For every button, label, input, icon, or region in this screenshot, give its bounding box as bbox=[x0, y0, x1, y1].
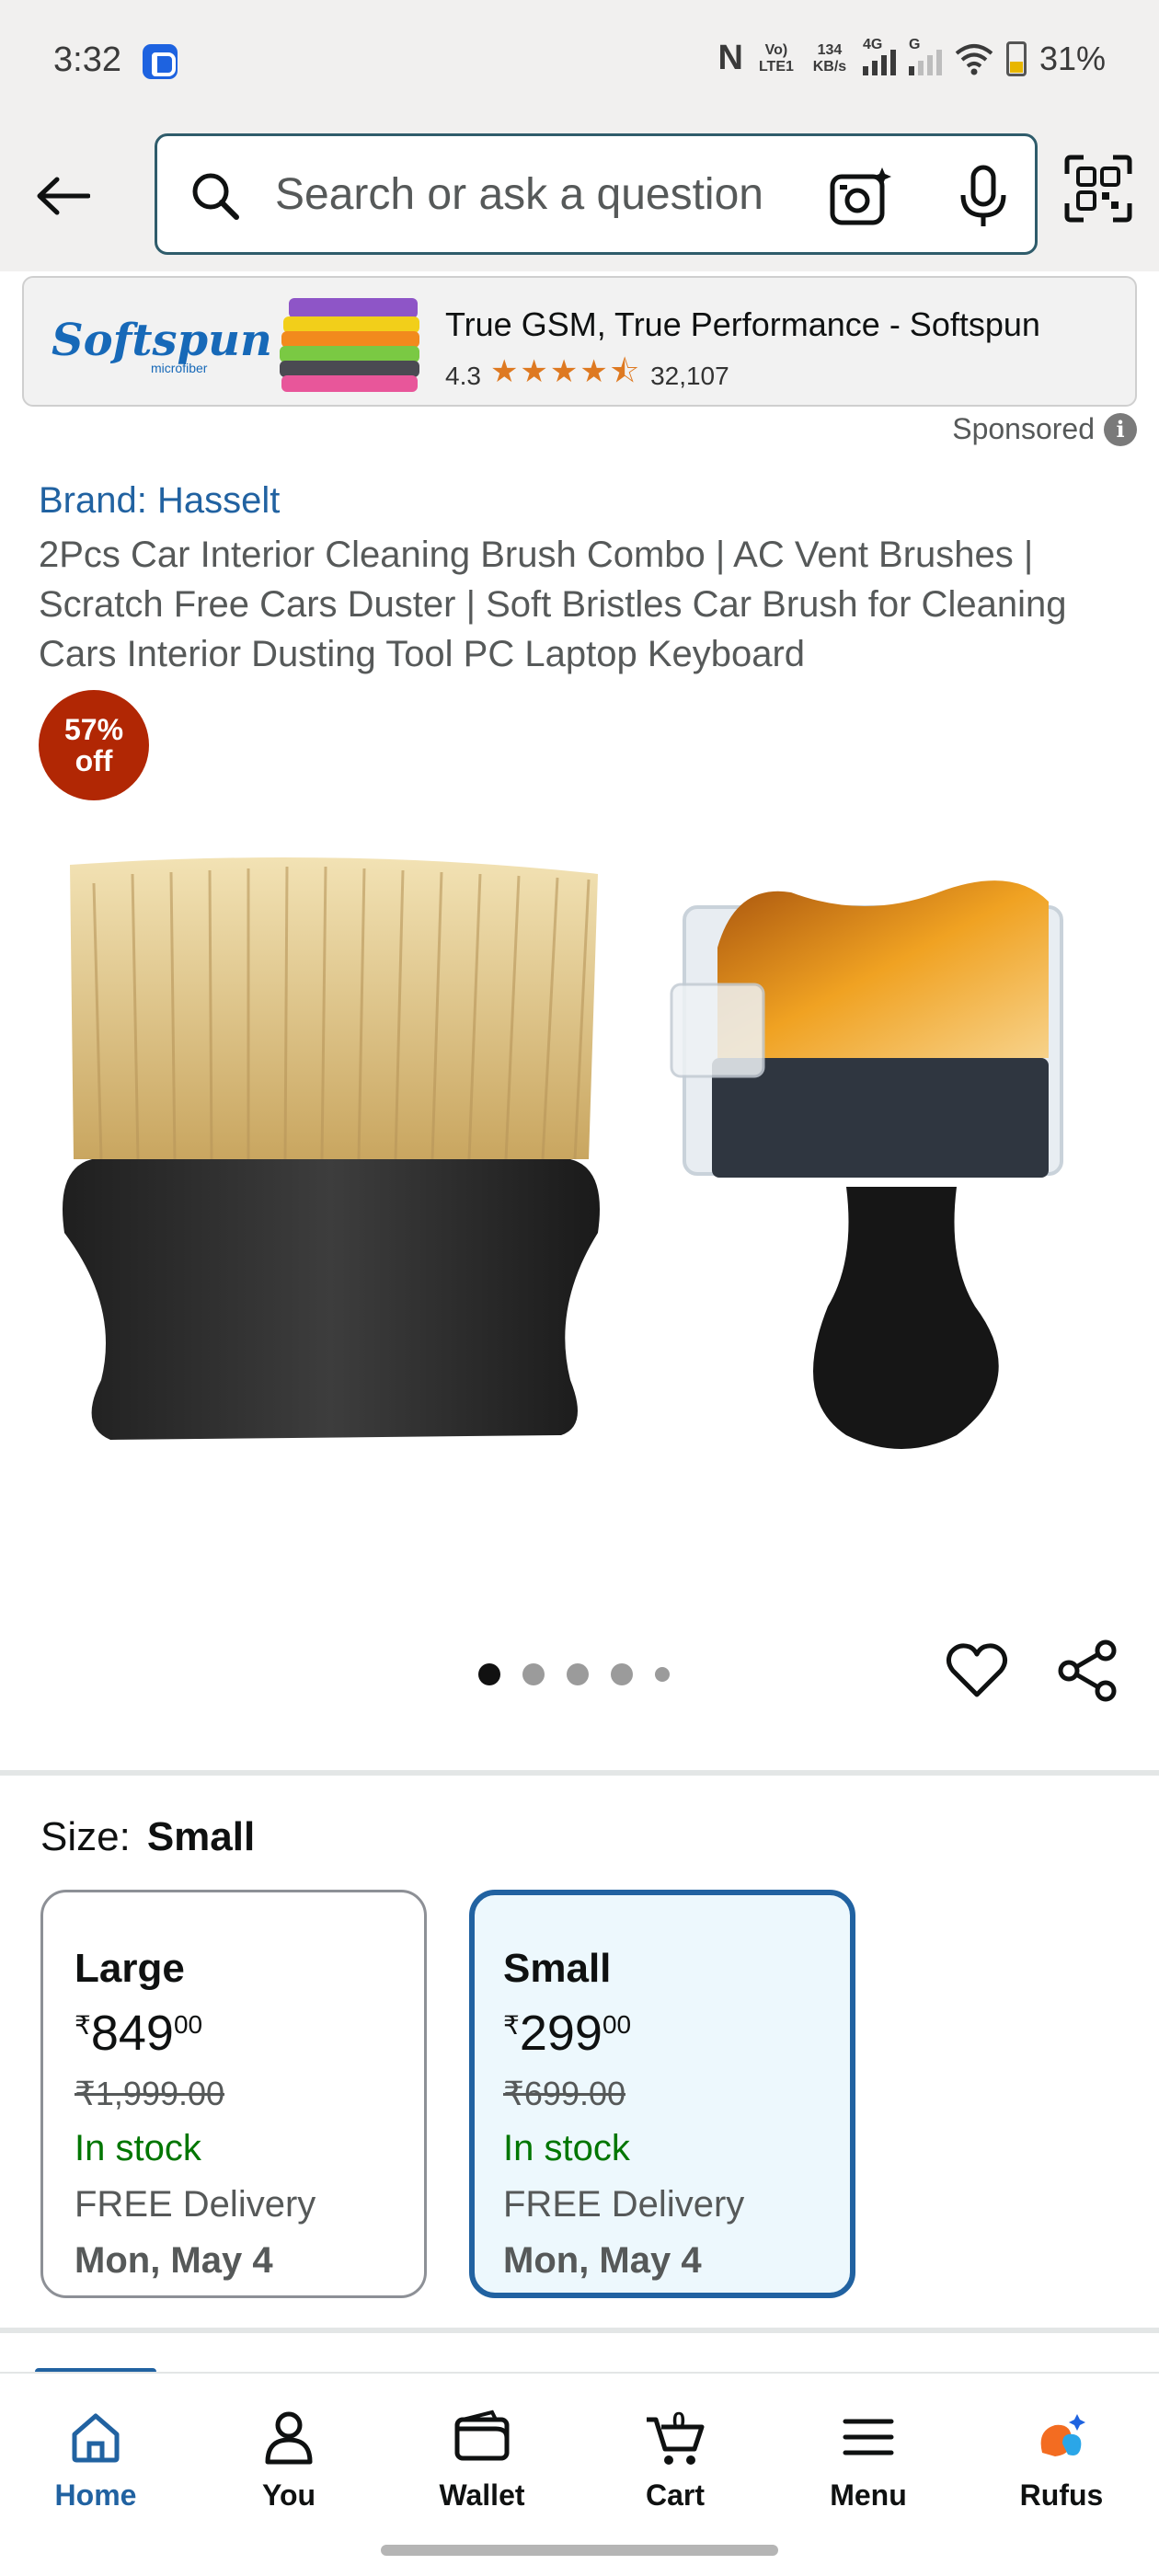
status-time: 3:32 bbox=[53, 40, 121, 79]
signal-g-label: G bbox=[908, 36, 921, 52]
volte-indicator: Vo) LTE1 bbox=[758, 41, 794, 75]
notification-app-icon bbox=[143, 44, 178, 79]
qr-scan-icon[interactable] bbox=[1063, 154, 1133, 224]
search-header: Search or ask a question bbox=[0, 124, 1159, 271]
carousel-dot[interactable] bbox=[522, 1663, 545, 1685]
ad-rating: 4.3 ★★★★⯪ 32,107 bbox=[445, 350, 729, 402]
product-title: 2Pcs Car Interior Cleaning Brush Combo |… bbox=[39, 535, 1067, 674]
carousel-dot[interactable] bbox=[611, 1663, 633, 1685]
ad-brand-logo: Softspun bbox=[52, 315, 272, 366]
sponsored-label[interactable]: Sponsored i bbox=[952, 412, 1137, 446]
size-selected-value: Small bbox=[146, 1814, 256, 1859]
cart-icon: 0 bbox=[647, 2407, 705, 2465]
ad-star-rating-icon: ★★★★⯪ bbox=[489, 354, 642, 389]
sponsored-text: Sponsored bbox=[952, 412, 1095, 445]
size-option-delivery: FREE Delivery bbox=[75, 2184, 316, 2225]
size-label-text: Size: bbox=[40, 1814, 131, 1859]
home-icon bbox=[72, 2413, 120, 2463]
battery-percentage: 31% bbox=[1039, 39, 1106, 77]
user-icon bbox=[265, 2411, 313, 2465]
nav-menu[interactable]: Menu bbox=[795, 2407, 942, 2513]
rufus-icon bbox=[1040, 2414, 1085, 2456]
nav-home[interactable]: Home bbox=[22, 2407, 169, 2513]
search-placeholder: Search or ask a question bbox=[275, 170, 763, 219]
nav-label: You bbox=[261, 2478, 316, 2512]
size-option-mrp: ₹699.00 bbox=[503, 2075, 626, 2112]
search-icon bbox=[192, 173, 239, 220]
nav-wallet[interactable]: Wallet bbox=[408, 2407, 556, 2513]
wallet-icon bbox=[454, 2409, 510, 2461]
size-option-large[interactable]: Large ₹ 849 00 ₹1,999.00 In stock FREE D… bbox=[40, 1890, 427, 2298]
nav-label: Rufus bbox=[1019, 2478, 1104, 2512]
nav-rufus[interactable]: Rufus bbox=[988, 2407, 1135, 2513]
ad-product-image bbox=[280, 298, 419, 392]
brand-link[interactable]: Brand: Hasselt bbox=[39, 480, 280, 522]
signal-g-icon: G bbox=[908, 37, 942, 75]
size-option-mrp: ₹1,999.00 bbox=[75, 2075, 225, 2112]
nav-label: Wallet bbox=[439, 2478, 525, 2512]
carousel-dot[interactable] bbox=[567, 1663, 589, 1685]
back-button[interactable] bbox=[28, 161, 98, 231]
nav-label: Cart bbox=[645, 2478, 705, 2512]
gesture-navigation-bar[interactable] bbox=[381, 2545, 778, 2556]
ad-review-count: 32,107 bbox=[650, 361, 729, 390]
carousel-dot[interactable] bbox=[478, 1663, 500, 1685]
nav-cart[interactable]: 0 Cart bbox=[602, 2407, 749, 2513]
price-currency: ₹ bbox=[503, 2011, 520, 2040]
sponsored-ad-banner[interactable]: Softspun microfiber True GSM, True Perfo… bbox=[22, 276, 1137, 407]
menu-icon bbox=[843, 2419, 894, 2455]
size-option-stock: In stock bbox=[75, 2128, 201, 2168]
size-option-price: ₹ 299 00 bbox=[503, 2005, 850, 2062]
section-divider bbox=[0, 2328, 1159, 2333]
discount-badge: 57% off bbox=[39, 690, 149, 800]
price-whole: 849 bbox=[90, 2006, 174, 2061]
carousel-dot[interactable] bbox=[655, 1667, 670, 1682]
product-image[interactable] bbox=[37, 828, 1122, 1564]
nav-you[interactable]: You bbox=[215, 2407, 362, 2513]
size-option-delivery-date: Mon, May 4 bbox=[503, 2240, 702, 2281]
size-option-small[interactable]: Small ₹ 299 00 ₹699.00 In stock FREE Del… bbox=[469, 1890, 855, 2298]
price-currency: ₹ bbox=[75, 2011, 91, 2040]
status-indicators: N Vo) LTE1 134 KB/s 4G G 31% bbox=[717, 37, 1106, 78]
image-carousel-dots[interactable] bbox=[478, 1663, 670, 1685]
price-fraction: 00 bbox=[173, 2010, 203, 2039]
size-option-delivery: FREE Delivery bbox=[503, 2184, 745, 2225]
signal-4g-label: 4G bbox=[862, 36, 883, 52]
discount-off-label: off bbox=[75, 744, 113, 777]
search-input[interactable]: Search or ask a question bbox=[155, 133, 1038, 255]
status-bar: 3:32 N Vo) LTE1 134 KB/s 4G G 31% bbox=[0, 0, 1159, 124]
discount-percent: 57% bbox=[63, 713, 124, 746]
share-icon[interactable] bbox=[1054, 1638, 1120, 1704]
ad-title: True GSM, True Performance - Softspun bbox=[445, 305, 1040, 343]
network-speed: 134 KB/s bbox=[812, 41, 847, 75]
cart-count: 0 bbox=[672, 2407, 685, 2434]
nav-label: Menu bbox=[830, 2478, 907, 2512]
size-label: Size: Small bbox=[40, 1814, 255, 1860]
ad-rating-value: 4.3 bbox=[445, 361, 481, 390]
size-option-price: ₹ 849 00 bbox=[75, 2005, 424, 2062]
price-whole: 299 bbox=[519, 2006, 602, 2061]
nav-label: Home bbox=[54, 2478, 137, 2512]
wifi-icon bbox=[955, 43, 993, 75]
ad-brand-logo-sub: microfiber bbox=[151, 361, 208, 375]
section-divider bbox=[0, 1770, 1159, 1776]
heart-icon[interactable] bbox=[944, 1638, 1010, 1704]
signal-4g-icon: 4G bbox=[862, 37, 896, 75]
size-option-delivery-date: Mon, May 4 bbox=[75, 2240, 273, 2281]
nfc-icon: N bbox=[717, 39, 743, 77]
size-option-stock: In stock bbox=[503, 2128, 630, 2168]
price-fraction: 00 bbox=[602, 2010, 632, 2039]
camera-search-icon[interactable] bbox=[825, 162, 895, 232]
size-option-name: Large bbox=[75, 1946, 185, 1991]
battery-icon bbox=[1005, 40, 1027, 76]
microphone-icon[interactable] bbox=[948, 162, 1018, 232]
info-icon[interactable]: i bbox=[1104, 412, 1137, 446]
arrow-left-icon bbox=[37, 177, 90, 215]
size-option-name: Small bbox=[503, 1946, 612, 1991]
